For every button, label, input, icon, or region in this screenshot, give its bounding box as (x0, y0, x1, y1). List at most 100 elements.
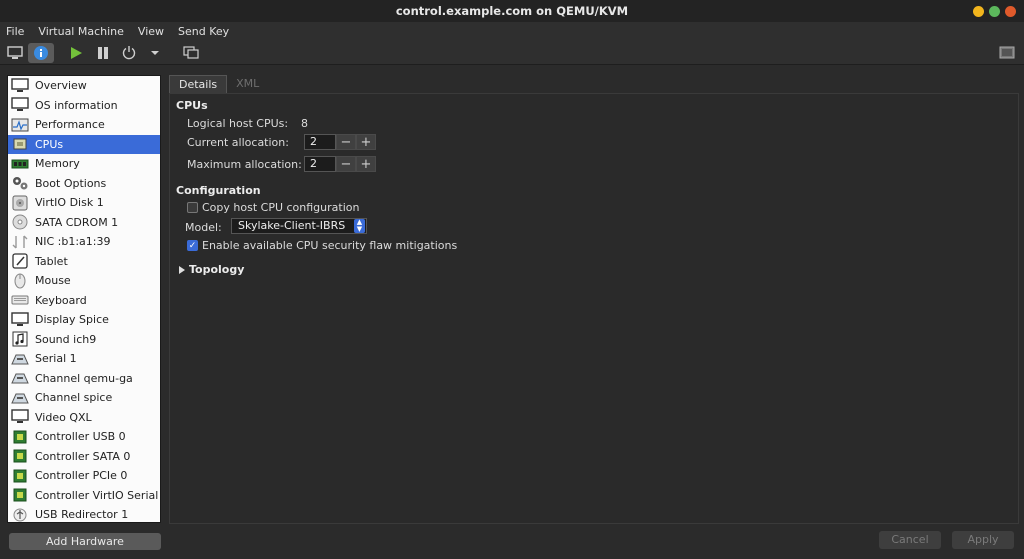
sidebar-item-controller-pcie-0[interactable]: Controller PCIe 0 (8, 466, 160, 486)
maximize-button[interactable] (989, 6, 1000, 17)
toolbar (0, 41, 1024, 65)
sidebar-item-video-qxl[interactable]: Video QXL (8, 408, 160, 428)
cdrom-icon (10, 214, 30, 231)
close-button[interactable] (1005, 6, 1016, 17)
sidebar-item-performance[interactable]: Performance (8, 115, 160, 135)
copy-host-cpu-checkbox[interactable] (187, 202, 198, 213)
sidebar-item-overview[interactable]: Overview (8, 76, 160, 96)
show-console-button[interactable] (5, 43, 25, 63)
topology-label: Topology (189, 263, 245, 276)
mitigations-label[interactable]: Enable available CPU security flaw mitig… (202, 239, 457, 252)
model-select[interactable]: Skylake-Client-IBRS ▲ ▼ (231, 218, 367, 234)
tablet-icon (10, 253, 30, 270)
current-allocation-input[interactable]: 2 (304, 134, 336, 150)
sidebar-item-usb-redirector-1[interactable]: USB Redirector 1 (8, 505, 160, 522)
minimize-button[interactable] (973, 6, 984, 17)
sidebar-item-label: Sound ich9 (35, 332, 97, 346)
sidebar-item-label: Controller SATA 0 (35, 449, 131, 463)
channel-icon (10, 389, 30, 406)
sidebar-item-channel-qemu-ga[interactable]: Channel qemu-ga (8, 369, 160, 389)
updown-arrows-icon: ▲ ▼ (354, 219, 365, 233)
menu-send-key[interactable]: Send Key (178, 25, 229, 38)
menu-virtual-machine[interactable]: Virtual Machine (38, 25, 124, 38)
sidebar-item-nic-b1-a1-39[interactable]: NIC :b1:a1:39 (8, 232, 160, 252)
sidebar-item-label: Keyboard (35, 293, 87, 307)
sidebar-item-controller-usb-0[interactable]: Controller USB 0 (8, 427, 160, 447)
cpu-details-content: CPUs Logical host CPUs: 8 Current alloca… (169, 93, 1019, 524)
current-allocation-increment[interactable]: + (356, 134, 376, 150)
pause-icon (98, 47, 108, 59)
sidebar-item-label: VirtIO Disk 1 (35, 196, 104, 210)
monitor-icon (10, 77, 30, 94)
controller-icon (10, 448, 30, 465)
current-allocation-label: Current allocation: (187, 136, 289, 149)
maximum-allocation-spinner: 2 − + (304, 156, 376, 172)
apply-button[interactable]: Apply (952, 531, 1014, 549)
power-icon (122, 46, 136, 60)
sidebar-item-virtio-disk-1[interactable]: VirtIO Disk 1 (8, 193, 160, 213)
cancel-button[interactable]: Cancel (879, 531, 941, 549)
monitor-icon (7, 46, 23, 59)
sound-icon (10, 331, 30, 348)
tab-bar: Details XML (169, 75, 268, 93)
sidebar-item-serial-1[interactable]: Serial 1 (8, 349, 160, 369)
sidebar-item-boot-options[interactable]: Boot Options (8, 174, 160, 194)
sidebar-item-label: NIC :b1:a1:39 (35, 235, 111, 249)
sidebar-item-label: Display Spice (35, 313, 109, 327)
window-title: control.example.com on QEMU/KVM (395, 4, 629, 18)
sidebar-item-label: OS information (35, 98, 118, 112)
sidebar-item-cpus[interactable]: CPUs (8, 134, 160, 154)
current-allocation-decrement[interactable]: − (336, 134, 356, 150)
sidebar-item-controller-virtio-serial-0[interactable]: Controller VirtIO Serial 0 (8, 486, 160, 506)
play-icon (71, 47, 82, 59)
sidebar-item-display-spice[interactable]: Display Spice (8, 310, 160, 330)
shutdown-menu-button[interactable] (148, 43, 162, 63)
snapshots-button[interactable] (181, 43, 201, 63)
sidebar-item-mouse[interactable]: Mouse (8, 271, 160, 291)
sidebar-item-sound-ich9[interactable]: Sound ich9 (8, 330, 160, 350)
fullscreen-icon (999, 46, 1015, 59)
fullscreen-button[interactable] (997, 43, 1017, 63)
show-details-button[interactable] (28, 43, 54, 63)
model-select-value: Skylake-Client-IBRS (238, 219, 346, 232)
menu-view[interactable]: View (138, 25, 164, 38)
sidebar-item-tablet[interactable]: Tablet (8, 252, 160, 272)
network-icon (10, 233, 30, 250)
tab-details[interactable]: Details (169, 75, 228, 93)
run-button[interactable] (66, 43, 86, 63)
maximum-allocation-increment[interactable]: + (356, 156, 376, 172)
maximum-allocation-input[interactable]: 2 (304, 156, 336, 172)
expander-arrow-icon (179, 265, 185, 274)
logical-cpus-label: Logical host CPUs: (187, 117, 289, 130)
maximum-allocation-decrement[interactable]: − (336, 156, 356, 172)
sidebar-item-label: Controller VirtIO Serial 0 (35, 488, 161, 502)
mitigations-checkbox[interactable]: ✓ (187, 240, 198, 251)
window-titlebar: control.example.com on QEMU/KVM (0, 0, 1024, 22)
menu-file[interactable]: File (6, 25, 24, 38)
shutdown-button[interactable] (119, 43, 139, 63)
topology-expander[interactable]: Topology (179, 263, 244, 276)
sidebar-item-label: USB Redirector 1 (35, 508, 129, 522)
sidebar-item-keyboard[interactable]: Keyboard (8, 291, 160, 311)
sidebar-item-sata-cdrom-1[interactable]: SATA CDROM 1 (8, 213, 160, 233)
chevron-down-icon (151, 51, 159, 55)
hard-disk-icon (10, 194, 30, 211)
sidebar-item-label: Mouse (35, 274, 71, 288)
monitor-icon (10, 409, 30, 426)
mitigations-row: ✓ Enable available CPU security flaw mit… (187, 239, 457, 252)
serial-icon (10, 350, 30, 367)
sidebar-item-label: Channel spice (35, 391, 113, 405)
controller-icon (10, 487, 30, 504)
pause-button[interactable] (93, 43, 113, 63)
sidebar-item-memory[interactable]: Memory (8, 154, 160, 174)
controller-icon (10, 467, 30, 484)
sidebar-item-controller-sata-0[interactable]: Controller SATA 0 (8, 447, 160, 467)
keyboard-icon (10, 292, 30, 309)
copy-host-cpu-label[interactable]: Copy host CPU configuration (202, 201, 359, 214)
add-hardware-button[interactable]: Add Hardware (9, 533, 161, 550)
sidebar-item-os-information[interactable]: OS information (8, 96, 160, 116)
controller-icon (10, 428, 30, 445)
tab-xml[interactable]: XML (227, 75, 268, 93)
sidebar-item-channel-spice[interactable]: Channel spice (8, 388, 160, 408)
snapshots-icon (183, 46, 199, 59)
